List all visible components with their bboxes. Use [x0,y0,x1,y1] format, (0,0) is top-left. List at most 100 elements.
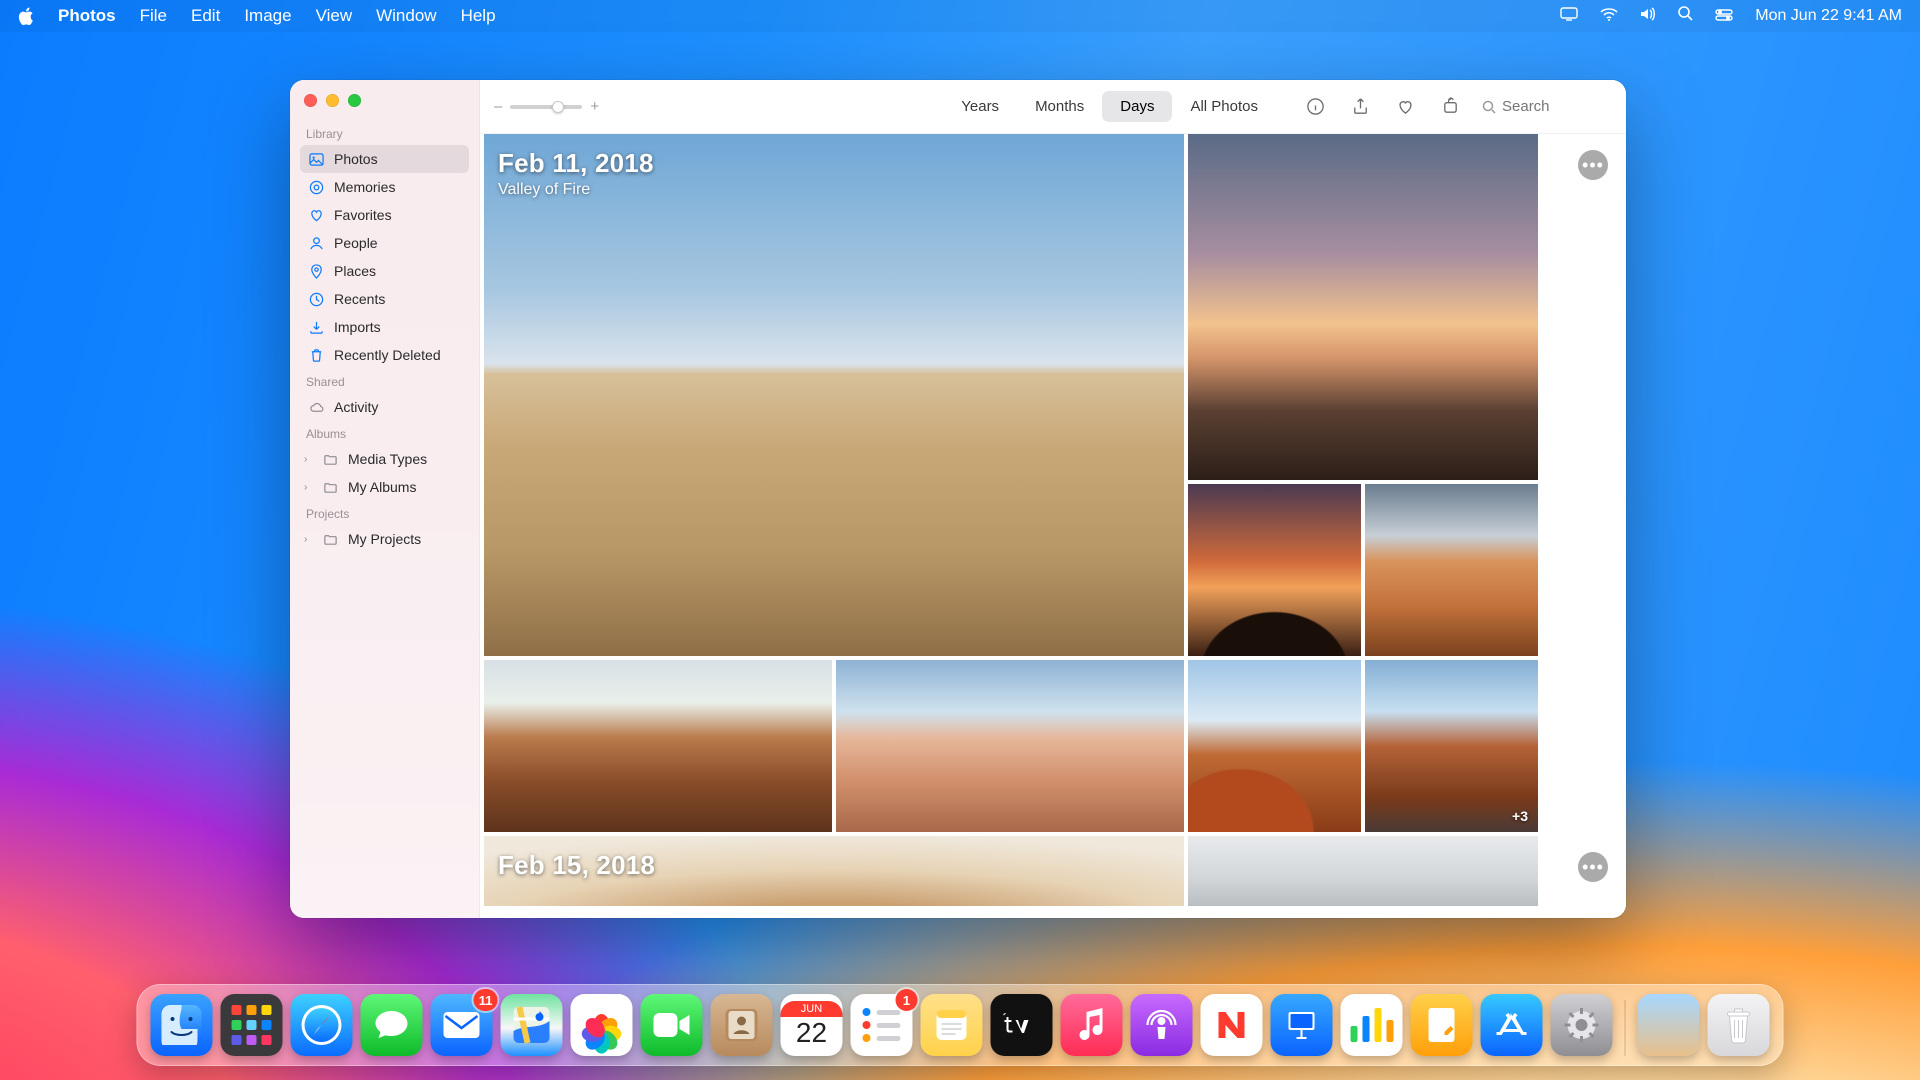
dock-finder[interactable] [151,994,213,1056]
mail-badge: 11 [474,989,498,1011]
dock: 11 JUN 22 1 [137,984,1784,1066]
dock-podcasts[interactable] [1131,994,1193,1056]
photo-tile[interactable]: +3 [1365,660,1538,832]
search-input[interactable] [1502,98,1592,115]
dock-pages[interactable] [1411,994,1473,1056]
dock-calendar[interactable]: JUN 22 [781,994,843,1056]
sidebar-item-media-types[interactable]: › Media Types [300,445,469,473]
day-date: Feb 15, 2018 [498,850,655,881]
folder-icon [322,479,338,495]
sidebar-item-memories[interactable]: Memories [300,173,469,201]
sidebar-item-my-albums[interactable]: › My Albums [300,473,469,501]
people-icon [308,235,324,251]
dock-notes[interactable] [921,994,983,1056]
download-icon [308,319,324,335]
photo-tile[interactable] [1188,484,1361,656]
sidebar-item-imports[interactable]: Imports [300,313,469,341]
trash-icon [308,347,324,363]
menu-help[interactable]: Help [461,6,496,26]
wifi-icon[interactable] [1600,6,1618,26]
photos-window: Library Photos Memories Favorites People… [290,80,1626,918]
clock-icon [308,291,324,307]
day-header: Feb 15, 2018 [498,850,655,881]
tab-years[interactable]: Years [943,91,1017,122]
dock-photos[interactable] [571,994,633,1056]
volume-icon[interactable] [1640,6,1656,26]
photo-tile[interactable] [1188,660,1361,832]
dock-messages[interactable] [361,994,423,1056]
day-more-button[interactable]: ••• [1578,150,1608,180]
sidebar-item-people[interactable]: People [300,229,469,257]
control-center-icon[interactable] [1715,6,1733,26]
tab-all-photos[interactable]: All Photos [1172,91,1276,122]
dock-appstore[interactable] [1481,994,1543,1056]
day-group: Feb 15, 2018 ••• [480,836,1626,906]
dock-launchpad[interactable] [221,994,283,1056]
screen-mirroring-icon[interactable] [1560,6,1578,26]
menu-image[interactable]: Image [244,6,291,26]
sidebar-item-label: Activity [334,399,461,415]
apple-menu[interactable] [18,7,34,25]
overflow-count: +3 [1512,808,1528,824]
minimize-button[interactable] [326,94,339,107]
sidebar-item-my-projects[interactable]: › My Projects [300,525,469,553]
dock-downloads[interactable] [1638,994,1700,1056]
dock-contacts[interactable] [711,994,773,1056]
photo-grid[interactable]: Feb 11, 2018 Valley of Fire ••• [480,134,1626,918]
dock-mail[interactable]: 11 [431,994,493,1056]
slider-thumb[interactable] [552,101,564,113]
dock-news[interactable] [1201,994,1263,1056]
dock-music[interactable] [1061,994,1123,1056]
menu-view[interactable]: View [316,6,353,26]
sidebar: Library Photos Memories Favorites People… [290,80,480,918]
photo-tile[interactable] [1188,836,1538,906]
sidebar-item-recents[interactable]: Recents [300,285,469,313]
photo-tile[interactable] [484,660,832,832]
dock-numbers[interactable] [1341,994,1403,1056]
day-more-button[interactable]: ••• [1578,852,1608,882]
cloud-icon [308,399,324,415]
menubar-datetime[interactable]: Mon Jun 22 9:41 AM [1755,7,1902,25]
dock-trash[interactable] [1708,994,1770,1056]
zoom-slider[interactable]: – + [494,98,599,115]
sidebar-item-places[interactable]: Places [300,257,469,285]
sidebar-item-recently-deleted[interactable]: Recently Deleted [300,341,469,369]
fullscreen-button[interactable] [348,94,361,107]
sidebar-item-photos[interactable]: Photos [300,145,469,173]
dock-tv[interactable] [991,994,1053,1056]
tab-months[interactable]: Months [1017,91,1102,122]
sidebar-item-favorites[interactable]: Favorites [300,201,469,229]
menu-file[interactable]: File [140,6,167,26]
zoom-out-icon[interactable]: – [494,98,502,115]
spotlight-icon[interactable] [1678,6,1693,26]
desktop: Photos File Edit Image View Window Help … [0,0,1920,1080]
chevron-right-icon: › [304,454,312,465]
dock-safari[interactable] [291,994,353,1056]
share-icon[interactable] [1351,97,1370,116]
zoom-in-icon[interactable]: + [590,98,599,115]
close-button[interactable] [304,94,317,107]
menu-window[interactable]: Window [376,6,436,26]
rotate-icon[interactable] [1441,97,1460,116]
day-subtitle: Valley of Fire [498,181,654,199]
heart-icon [308,207,324,223]
menu-edit[interactable]: Edit [191,6,220,26]
sidebar-section-library: Library [300,121,469,145]
dock-keynote[interactable] [1271,994,1333,1056]
sidebar-section-shared: Shared [300,369,469,393]
dock-facetime[interactable] [641,994,703,1056]
photo-tile[interactable] [836,660,1184,832]
photo-tile[interactable] [1188,134,1538,480]
sidebar-item-activity[interactable]: Activity [300,393,469,421]
dock-maps[interactable] [501,994,563,1056]
info-icon[interactable] [1306,97,1325,116]
tab-days[interactable]: Days [1102,91,1172,122]
menubar-app-name[interactable]: Photos [58,6,116,26]
favorite-icon[interactable] [1396,97,1415,116]
photo-tile[interactable] [1365,484,1538,656]
dock-reminders[interactable]: 1 [851,994,913,1056]
search-field[interactable] [1482,98,1612,115]
slider-track[interactable] [510,105,582,109]
photo-tile[interactable] [484,134,1184,656]
dock-settings[interactable] [1551,994,1613,1056]
